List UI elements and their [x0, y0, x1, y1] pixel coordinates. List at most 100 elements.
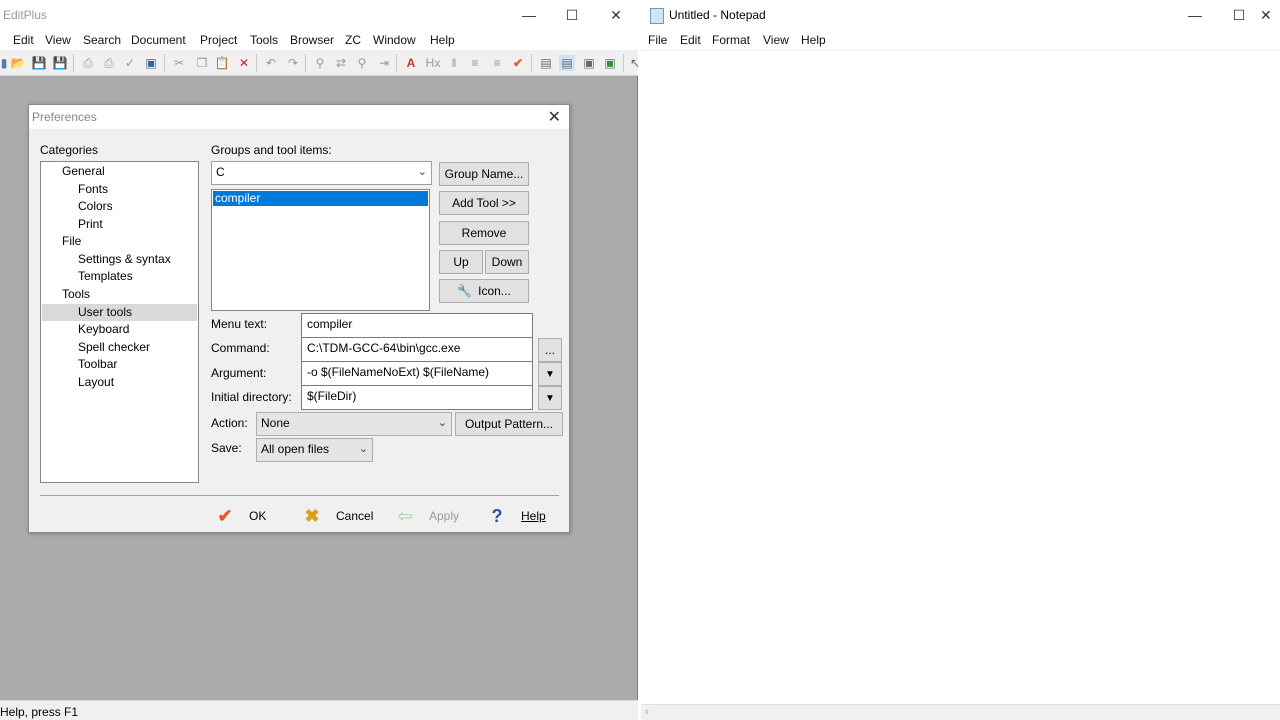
- initial-directory-value: $(FileDir): [307, 389, 357, 403]
- tree-item-print[interactable]: Print: [78, 217, 103, 231]
- tree-item-layout[interactable]: Layout: [78, 375, 114, 389]
- menu-window[interactable]: Window: [373, 33, 416, 47]
- notepad-close-button[interactable]: ✕: [1260, 0, 1280, 30]
- cliptext-icon[interactable]: ▣: [602, 55, 618, 71]
- close-button[interactable]: ✕: [593, 0, 639, 30]
- scroll-left-icon[interactable]: ‹: [645, 706, 649, 718]
- editplus-window: EditPlus — ☐ ✕ Edit View Search Document…: [0, 0, 640, 720]
- split-window-icon[interactable]: ▤: [559, 55, 575, 71]
- delete-icon[interactable]: ✕: [236, 55, 252, 71]
- find-in-files-icon[interactable]: ⚲: [354, 55, 370, 71]
- undo-icon[interactable]: ↶: [263, 55, 279, 71]
- np-menu-edit[interactable]: Edit: [680, 33, 701, 47]
- tool-items-list[interactable]: compiler: [211, 189, 430, 311]
- icon-button-label: Icon...: [478, 284, 511, 298]
- ok-button[interactable]: ✔ OK: [215, 505, 266, 527]
- menu-zc[interactable]: ZC: [345, 33, 361, 47]
- up-button[interactable]: Up: [439, 250, 483, 274]
- window-icon[interactable]: ▤: [538, 55, 554, 71]
- editplus-titlebar: EditPlus — ☐ ✕: [0, 0, 638, 30]
- print-preview-icon[interactable]: ⎙: [80, 55, 96, 71]
- save-all-icon[interactable]: 💾: [52, 55, 68, 71]
- tree-item-spell-checker[interactable]: Spell checker: [78, 340, 150, 354]
- icon-button[interactable]: 🔧 Icon...: [439, 279, 529, 303]
- argument-dropdown-button[interactable]: ▼: [538, 362, 562, 386]
- group-name-button[interactable]: Group Name...: [439, 162, 529, 186]
- np-menu-format[interactable]: Format: [712, 33, 750, 47]
- tree-item-templates[interactable]: Templates: [78, 269, 133, 283]
- tree-item-user-tools-row[interactable]: User tools: [42, 304, 197, 321]
- browse-button[interactable]: ...: [538, 338, 562, 362]
- check-icon[interactable]: ✔: [510, 55, 526, 71]
- triangle-down-icon: ▼: [545, 368, 555, 380]
- down-button[interactable]: Down: [485, 250, 529, 274]
- menu-document[interactable]: Document: [131, 33, 186, 47]
- editplus-statusbar: Help, press F1: [0, 700, 638, 720]
- replace-icon[interactable]: ⇄: [333, 55, 349, 71]
- chevron-down-icon: ⌄: [358, 443, 368, 455]
- tree-item-fonts[interactable]: Fonts: [78, 182, 108, 196]
- cut-icon[interactable]: ✂: [171, 55, 187, 71]
- menu-text-label: Menu text:: [211, 317, 268, 331]
- np-menu-file[interactable]: File: [648, 33, 667, 47]
- command-field[interactable]: C:\TDM-GCC-64\bin\gcc.exe: [301, 337, 533, 362]
- chevron-down-icon: ⌄: [417, 166, 427, 178]
- dialog-close-icon[interactable]: ✕: [548, 107, 561, 127]
- menu-project[interactable]: Project: [200, 33, 237, 47]
- save-select[interactable]: All open files ⌄: [256, 438, 373, 462]
- notepad-text-area[interactable]: [641, 50, 1280, 704]
- indent-icon[interactable]: ≡: [467, 55, 483, 71]
- menu-search[interactable]: Search: [83, 33, 121, 47]
- open-file-icon[interactable]: 📂: [10, 55, 26, 71]
- output-pattern-button[interactable]: Output Pattern...: [455, 412, 563, 436]
- np-menu-help[interactable]: Help: [801, 33, 826, 47]
- remove-button[interactable]: Remove: [439, 221, 529, 245]
- goto-icon[interactable]: ⇥: [376, 55, 392, 71]
- directory-icon[interactable]: ▣: [581, 55, 597, 71]
- menu-view[interactable]: View: [45, 33, 71, 47]
- menu-tools[interactable]: Tools: [250, 33, 278, 47]
- horizontal-scrollbar[interactable]: ‹: [641, 704, 1280, 720]
- redo-icon[interactable]: ↷: [285, 55, 301, 71]
- initdir-dropdown-button[interactable]: ▼: [538, 386, 562, 410]
- tree-item-colors[interactable]: Colors: [78, 199, 113, 213]
- menu-help[interactable]: Help: [430, 33, 455, 47]
- list-item[interactable]: compiler: [213, 191, 428, 206]
- help-button[interactable]: ? Help: [487, 505, 546, 527]
- notepad-maximize-button[interactable]: ☐: [1216, 0, 1262, 30]
- menu-text-field[interactable]: compiler: [301, 313, 533, 338]
- notepad-minimize-button[interactable]: —: [1172, 0, 1218, 30]
- argument-field[interactable]: -o $(FileNameNoExt) $(FileName): [301, 361, 533, 386]
- tree-item-keyboard[interactable]: Keyboard: [78, 322, 129, 336]
- notepad-title: Untitled - Notepad: [669, 8, 766, 22]
- paste-icon[interactable]: 📋: [214, 55, 230, 71]
- menu-edit[interactable]: Edit: [13, 33, 34, 47]
- maximize-button[interactable]: ☐: [549, 0, 595, 30]
- tree-item-file[interactable]: File: [62, 234, 81, 248]
- find-icon[interactable]: ⚲: [312, 55, 328, 71]
- tree-item-toolbar[interactable]: Toolbar: [78, 357, 117, 371]
- action-select[interactable]: None ⌄: [256, 412, 452, 436]
- group-select[interactable]: C ⌄: [211, 161, 432, 185]
- add-tool-button[interactable]: Add Tool >>: [439, 191, 529, 215]
- copy-icon[interactable]: ❐: [194, 55, 210, 71]
- comment-icon[interactable]: ≡: [489, 55, 505, 71]
- column-icon[interactable]: ‖: [446, 55, 462, 71]
- tree-item-general[interactable]: General: [62, 164, 105, 178]
- menu-browser[interactable]: Browser: [290, 33, 334, 47]
- spell-check-icon[interactable]: ✓: [122, 55, 138, 71]
- tree-item-settings-syntax[interactable]: Settings & syntax: [78, 252, 171, 266]
- browser-preview-icon[interactable]: ▣: [143, 55, 159, 71]
- header-icon[interactable]: Hx: [425, 55, 441, 71]
- print-icon[interactable]: ⎙: [101, 55, 117, 71]
- minimize-button[interactable]: —: [506, 0, 552, 30]
- apply-label: Apply: [429, 509, 460, 523]
- tree-item-tools[interactable]: Tools: [62, 287, 90, 301]
- initial-directory-field[interactable]: $(FileDir): [301, 385, 533, 410]
- save-icon[interactable]: 💾: [31, 55, 47, 71]
- categories-tree[interactable]: General Fonts Colors Print File Settings…: [40, 161, 199, 483]
- font-icon[interactable]: A: [403, 55, 419, 71]
- cancel-button[interactable]: ✖ Cancel: [302, 505, 373, 527]
- apply-button[interactable]: ⇦ Apply: [395, 505, 459, 527]
- np-menu-view[interactable]: View: [763, 33, 789, 47]
